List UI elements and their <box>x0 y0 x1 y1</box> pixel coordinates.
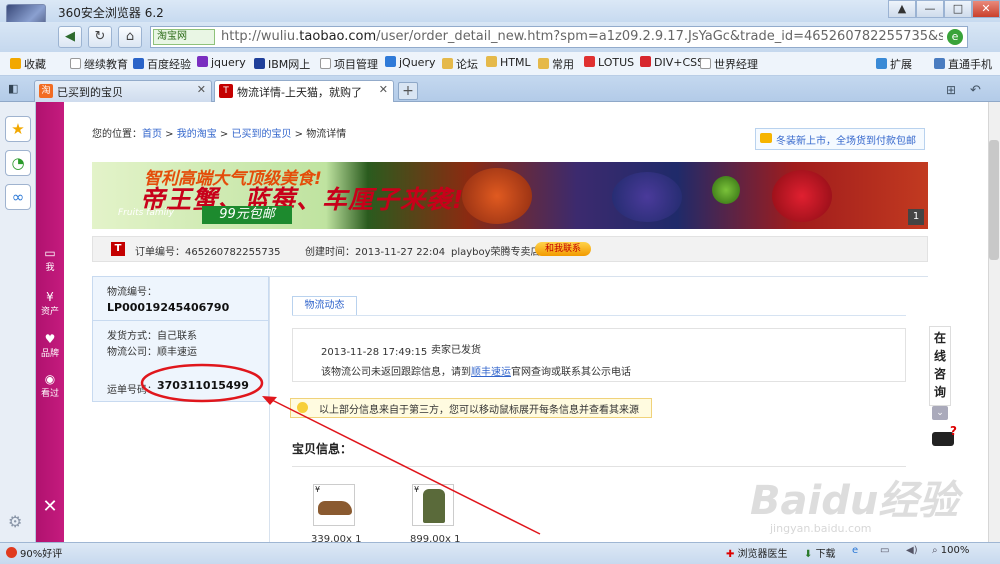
annotation-circle <box>140 363 264 403</box>
speaker-icon[interactable]: ◀) <box>906 545 918 556</box>
download-icon: ⬇ <box>804 549 816 560</box>
ie-icon[interactable]: e <box>852 545 858 556</box>
window-icon[interactable]: ▭ <box>880 545 889 556</box>
download-button[interactable]: ⬇ 下载 <box>804 545 836 560</box>
baidu-watermark-url: jingyan.baidu.com <box>770 522 872 535</box>
medical-cross-icon: ✚ <box>726 549 738 560</box>
tomato-icon <box>6 547 17 558</box>
baidu-watermark: Baidu经验 <box>750 478 959 524</box>
annotation-arrowhead <box>262 396 277 405</box>
status-bar <box>0 542 1000 564</box>
browser-doctor-button[interactable]: ✚ 浏览器医生 <box>726 545 788 560</box>
zoom-level[interactable]: ⌕ 100% <box>932 545 969 556</box>
rating-status[interactable]: 90%好评 <box>6 545 62 560</box>
annotation-arrow <box>267 397 541 535</box>
magnifier-icon: ⌕ <box>932 545 941 556</box>
